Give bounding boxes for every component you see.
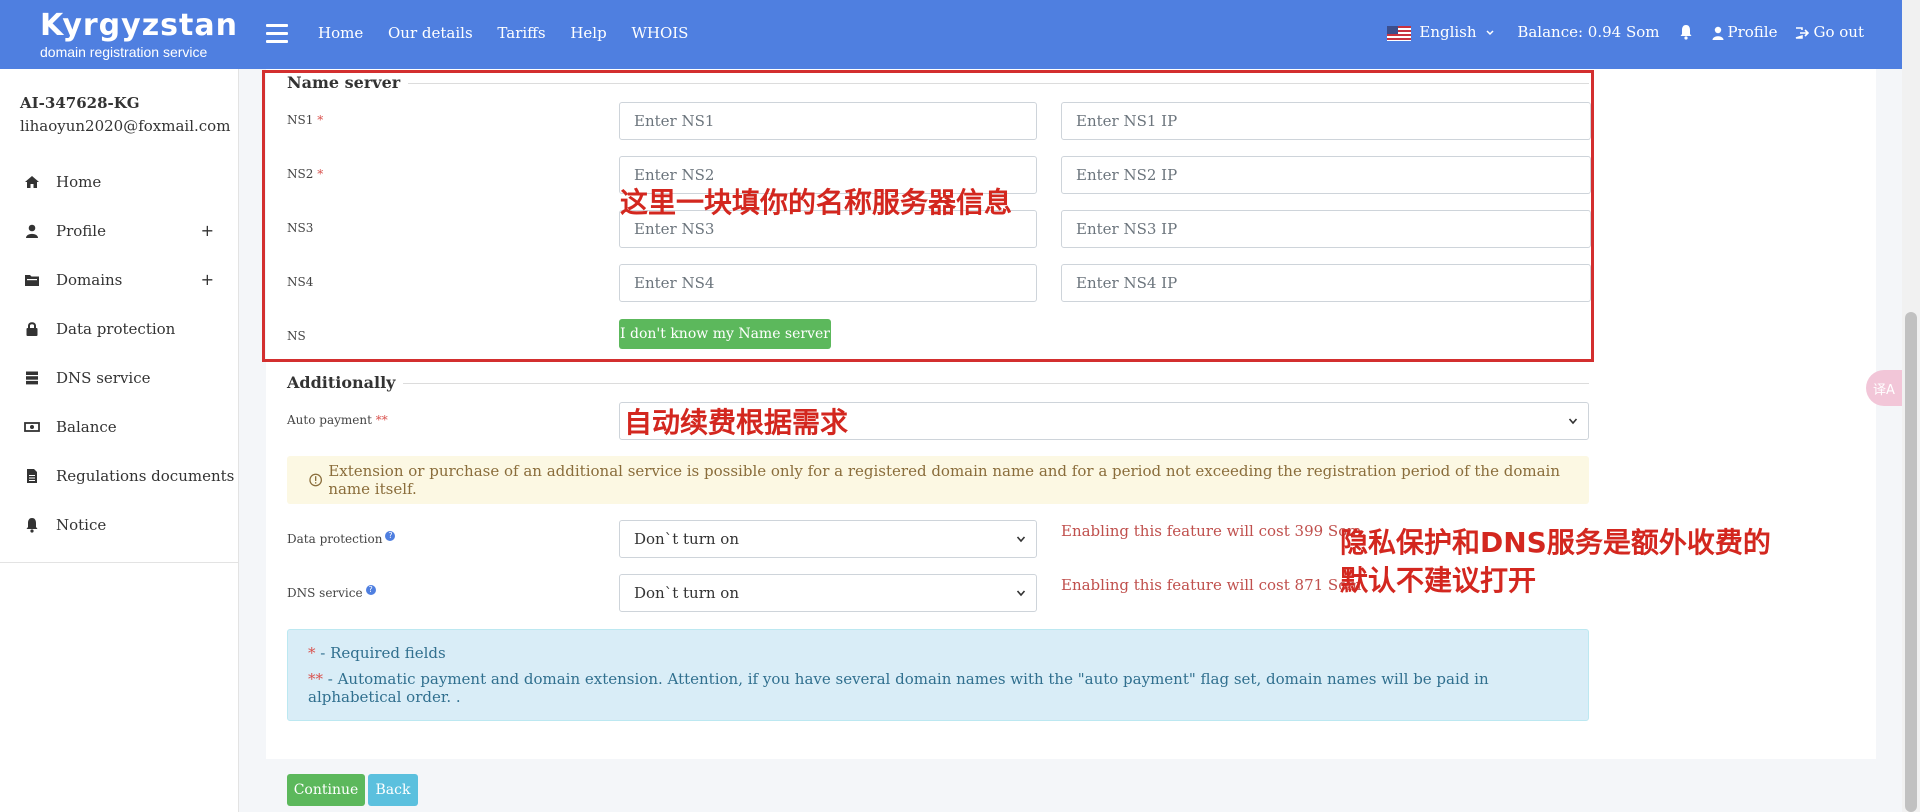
bell-icon: [26, 517, 38, 533]
sidebar-divider: [0, 562, 238, 563]
data-protection-label: Data protection?: [287, 531, 396, 546]
dns-service-select[interactable]: Don`t turn on: [619, 574, 1037, 612]
header-right: English Balance: 0.94 Som Profile Go out: [1387, 23, 1864, 41]
sidebar-item-label: Regulations documents: [56, 466, 235, 485]
main-nav: Home Our details Tariffs Help WHOIS: [318, 24, 708, 42]
required-fields-note: * - Required fields: [308, 644, 1568, 662]
logo-subtitle: domain registration service: [40, 44, 208, 60]
chevron-down-icon: [1016, 536, 1026, 543]
data-protection-label-text: Data protection: [287, 532, 383, 546]
back-button[interactable]: Back: [368, 774, 418, 806]
dns-service-value: Don`t turn on: [634, 584, 739, 602]
info-alert: * - Required fields ** - Automatic payme…: [287, 629, 1589, 721]
annotation-auto-payment-note: 自动续费根据需求: [624, 406, 849, 439]
logout-icon: [1796, 27, 1810, 39]
document-icon: [27, 468, 37, 483]
scrollbar-thumb[interactable]: [1905, 312, 1917, 812]
annotation-line-2: 默认不建议打开: [1340, 564, 1537, 597]
expand-plus-icon[interactable]: +: [201, 221, 214, 240]
help-icon[interactable]: ?: [385, 531, 396, 541]
required-asterisks: **: [375, 413, 388, 427]
translate-float-button[interactable]: 译A: [1866, 370, 1902, 406]
sidebar-item-balance[interactable]: Balance: [0, 402, 238, 451]
annotation-line-1: 隐私保护和DNS服务是额外收费的: [1340, 526, 1771, 559]
balance-label: Balance: 0.94 Som: [1517, 23, 1660, 41]
sidebar-menu: Home Profile + Domains + Data protection…: [0, 157, 238, 549]
account-id: AI-347628-KG: [20, 94, 140, 112]
sidebar-item-label: Notice: [56, 515, 107, 534]
auto-payment-label: Auto payment **: [287, 413, 388, 427]
sidebar-item-regulations[interactable]: Regulations documents: [0, 451, 238, 500]
sidebar-item-label: Balance: [56, 417, 117, 436]
server-icon: [26, 371, 38, 384]
sidebar-item-data-protection[interactable]: Data protection: [0, 304, 238, 353]
nav-home[interactable]: Home: [318, 24, 363, 42]
dns-service-label: DNS service?: [287, 585, 376, 600]
auto-payment-text: - Automatic payment and domain extension…: [308, 670, 1489, 706]
logout-link[interactable]: Go out: [1795, 23, 1864, 41]
nav-whois[interactable]: WHOIS: [631, 24, 688, 42]
account-email: lihaoyun2020@foxmail.com: [20, 117, 231, 135]
bell-icon[interactable]: [1678, 24, 1694, 40]
additionally-fieldset-line: [287, 383, 1589, 384]
user-icon: [26, 224, 38, 238]
sidebar-item-label: Data protection: [56, 319, 176, 338]
warning-text: Extension or purchase of an additional s…: [328, 462, 1560, 498]
sidebar-item-domains[interactable]: Domains +: [0, 255, 238, 304]
required-mark: *: [308, 644, 316, 662]
language-selector[interactable]: English: [1387, 23, 1499, 41]
auto-payment-label-text: Auto payment: [287, 413, 372, 427]
additionally-legend: Additionally: [287, 373, 404, 392]
nav-tariffs[interactable]: Tariffs: [497, 24, 545, 42]
info-circle-icon: [309, 473, 322, 487]
auto-payment-note: ** - Automatic payment and domain extens…: [308, 670, 1568, 706]
help-icon[interactable]: ?: [365, 585, 376, 595]
warning-alert: Extension or purchase of an additional s…: [287, 456, 1589, 504]
money-icon: [24, 421, 40, 432]
chevron-down-icon: [1486, 30, 1494, 36]
logout-label: Go out: [1813, 23, 1864, 41]
home-icon: [25, 175, 39, 188]
auto-mark: **: [308, 670, 323, 688]
top-bar: Kyrgyzstan domain registration service H…: [0, 0, 1902, 69]
sidebar-item-label: Profile: [56, 221, 106, 240]
expand-plus-icon[interactable]: +: [201, 270, 214, 289]
chevron-down-icon: [1568, 418, 1578, 425]
sidebar-item-dns-service[interactable]: DNS service: [0, 353, 238, 402]
continue-button[interactable]: Continue: [287, 774, 365, 806]
sidebar-item-home[interactable]: Home: [0, 157, 238, 206]
nav-our-details[interactable]: Our details: [388, 24, 473, 42]
profile-label: Profile: [1727, 23, 1778, 41]
data-protection-cost: Enabling this feature will cost 399 Som.: [1061, 522, 1367, 540]
lock-icon: [26, 321, 38, 336]
sidebar: AI-347628-KG lihaoyun2020@foxmail.com Ho…: [0, 69, 239, 812]
sidebar-item-label: Home: [56, 172, 102, 191]
chevron-down-icon: [1016, 590, 1026, 597]
data-protection-select[interactable]: Don`t turn on: [619, 520, 1037, 558]
user-icon: [1712, 26, 1723, 40]
sidebar-item-label: Domains: [56, 270, 123, 289]
folder-icon: [25, 274, 39, 286]
data-protection-value: Don`t turn on: [634, 530, 739, 548]
hamburger-menu-icon[interactable]: [266, 24, 288, 44]
annotation-name-server-note: 这里一块填你的名称服务器信息: [620, 186, 1013, 219]
annotation-extra-fee-note: 隐私保护和DNS服务是额外收费的 默认不建议打开: [1340, 524, 1771, 600]
required-fields-text: - Required fields: [315, 644, 446, 662]
dns-service-label-text: DNS service: [287, 586, 363, 600]
language-label: English: [1419, 23, 1477, 41]
dns-service-cost: Enabling this feature will cost 871 Som.: [1061, 576, 1367, 594]
profile-link[interactable]: Profile: [1712, 23, 1778, 41]
logo-title[interactable]: Kyrgyzstan: [40, 8, 238, 43]
us-flag-icon: [1387, 25, 1412, 41]
sidebar-item-label: DNS service: [56, 368, 151, 387]
sidebar-item-profile[interactable]: Profile +: [0, 206, 238, 255]
nav-help[interactable]: Help: [570, 24, 606, 42]
sidebar-item-notice[interactable]: Notice: [0, 500, 238, 549]
